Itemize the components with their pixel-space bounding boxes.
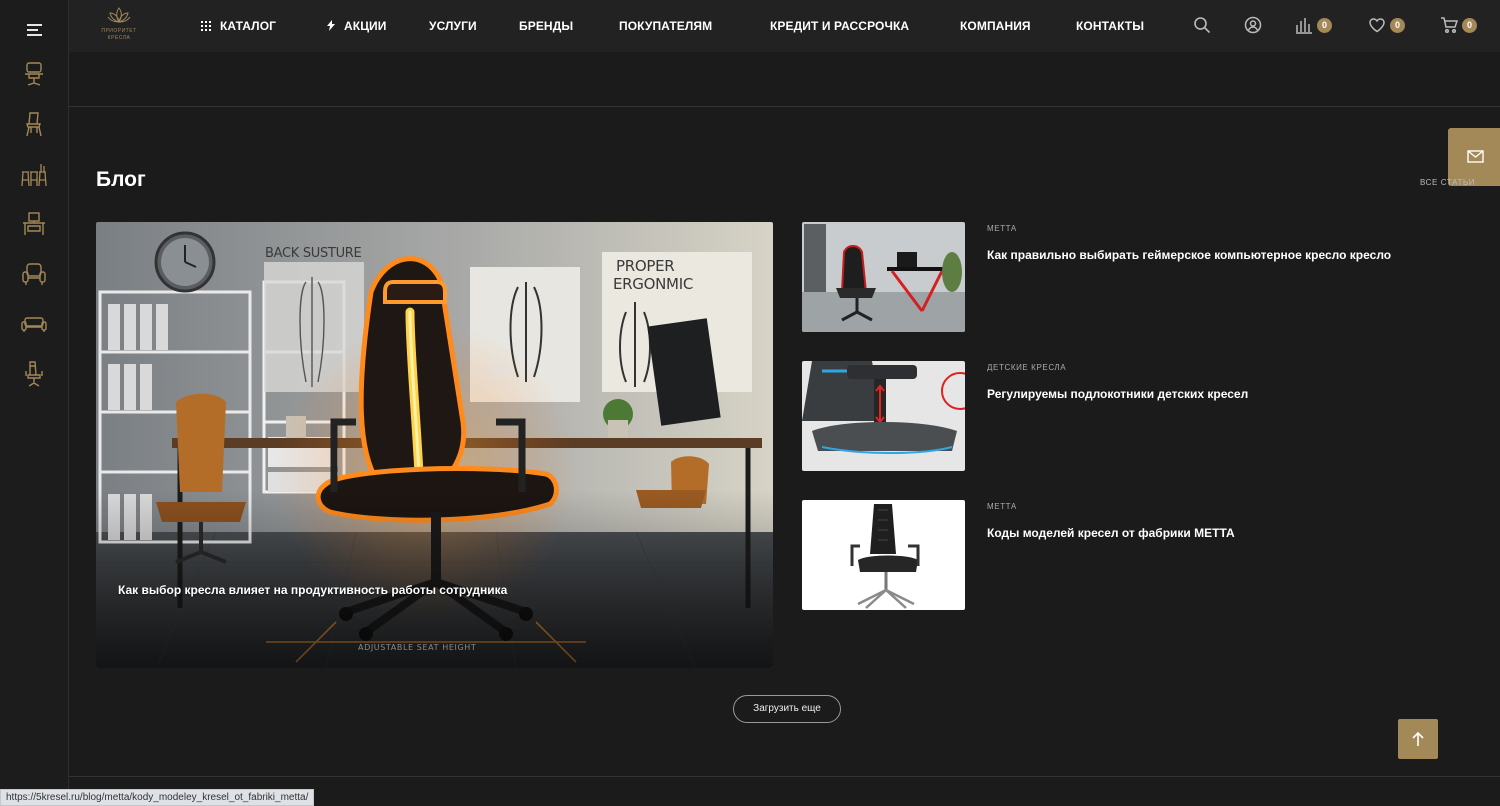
footer-divider (69, 776, 1500, 777)
lightning-icon (327, 20, 335, 32)
nav-promotions[interactable]: АКЦИИ (327, 0, 387, 52)
gaming-chair-icon[interactable] (20, 360, 48, 388)
featured-article[interactable]: BACK SUSTURE PROPER ERGONMIC 5K ADJUSTAB… (96, 222, 773, 668)
load-more-button[interactable]: Загрузить еще (733, 695, 841, 723)
favorites-count-badge: 0 (1390, 18, 1405, 33)
sofa-icon[interactable] (20, 310, 48, 338)
featured-article-title[interactable]: Как выбор кресла влияет на продуктивност… (118, 583, 507, 597)
cart-icon (1441, 17, 1458, 34)
post-title[interactable]: Регулируемы подлокотники детских кресел (987, 387, 1248, 401)
site-logo[interactable]: ПРИОРИТЕТ КРЕСЛА (97, 6, 141, 44)
arrow-up-icon (1412, 731, 1424, 746)
section-divider (69, 106, 1500, 107)
logo-text-bottom: КРЕСЛА (107, 35, 131, 41)
post-thumbnail[interactable] (802, 500, 965, 610)
compare-count-badge: 0 (1317, 18, 1332, 33)
post-category[interactable]: ДЕТСКИЕ КРЕСЛА (987, 363, 1066, 372)
nav-credit[interactable]: КРЕДИТ И РАССРОЧКА (770, 0, 909, 52)
image-label-back: BACK SUSTURE (265, 246, 362, 261)
nav-catalog-label: КАТАЛОГ (220, 19, 277, 33)
image-label-number: 5K (486, 362, 509, 383)
list-item: МЕТТА Как правильно выбирать геймерское … (802, 222, 1462, 332)
post-image-metta-chair (802, 500, 965, 610)
post-category[interactable]: МЕТТА (987, 224, 1017, 233)
desk-icon[interactable] (20, 210, 48, 238)
nav-promotions-label: АКЦИИ (344, 19, 387, 33)
compare-icon (1296, 18, 1312, 34)
nav-services[interactable]: УСЛУГИ (429, 0, 477, 52)
heart-icon (1369, 18, 1385, 33)
post-title[interactable]: Как правильно выбирать геймерское компью… (987, 248, 1391, 262)
nav-contacts[interactable]: КОНТАКТЫ (1076, 0, 1144, 52)
list-item: МЕТТА Коды моделей кресел от фабрики МЕТ… (802, 500, 1462, 610)
post-thumbnail[interactable] (802, 222, 965, 332)
image-label-proper: PROPER (616, 257, 675, 275)
grid-icon (201, 20, 211, 31)
mail-icon (1467, 150, 1484, 163)
left-sidebar (0, 0, 69, 806)
browser-status-url: https://5kresel.ru/blog/metta/kody_model… (0, 789, 315, 806)
post-title[interactable]: Коды моделей кресел от фабрики МЕТТА (987, 526, 1235, 540)
nav-brands[interactable]: БРЕНДЫ (519, 0, 573, 52)
chair-icon[interactable] (20, 110, 48, 138)
list-item: ДЕТСКИЕ КРЕСЛА Регулируемы подлокотники … (802, 361, 1462, 471)
blog-heading: Блог (96, 168, 146, 191)
top-header: ПРИОРИТЕТ КРЕСЛА КАТАЛОГ АКЦИИ УСЛУГИ БР… (69, 0, 1500, 52)
office-chair-icon[interactable] (20, 60, 48, 88)
armchair-icon[interactable] (20, 260, 48, 288)
image-label-ergonomic: ERGONMIC (613, 275, 693, 293)
nav-catalog[interactable]: КАТАЛОГ (201, 0, 276, 52)
favorites-button[interactable]: 0 (1368, 16, 1408, 36)
scroll-to-top-button[interactable] (1398, 719, 1438, 759)
post-image-gaming-chair (802, 222, 965, 332)
nav-customers[interactable]: ПОКУПАТЕЛЯМ (619, 0, 712, 52)
all-articles-link[interactable]: ВСЕ СТАТЬИ (1420, 178, 1475, 187)
post-image-armrest (802, 361, 965, 471)
search-icon[interactable] (1193, 16, 1211, 36)
compare-button[interactable]: 0 (1295, 16, 1335, 36)
cart-button[interactable]: 0 (1440, 16, 1480, 36)
user-account-icon[interactable] (1244, 16, 1262, 36)
nav-company[interactable]: КОМПАНИЯ (960, 0, 1031, 52)
cart-count-badge: 0 (1462, 18, 1477, 33)
post-category[interactable]: МЕТТА (987, 502, 1017, 511)
logo-text-top: ПРИОРИТЕТ (101, 28, 137, 34)
image-label-seat: ADJUSTABLE SEAT HEIGHT (358, 643, 477, 652)
bar-stools-icon[interactable] (20, 160, 48, 188)
post-thumbnail[interactable] (802, 361, 965, 471)
menu-burger-icon[interactable] (27, 24, 42, 36)
